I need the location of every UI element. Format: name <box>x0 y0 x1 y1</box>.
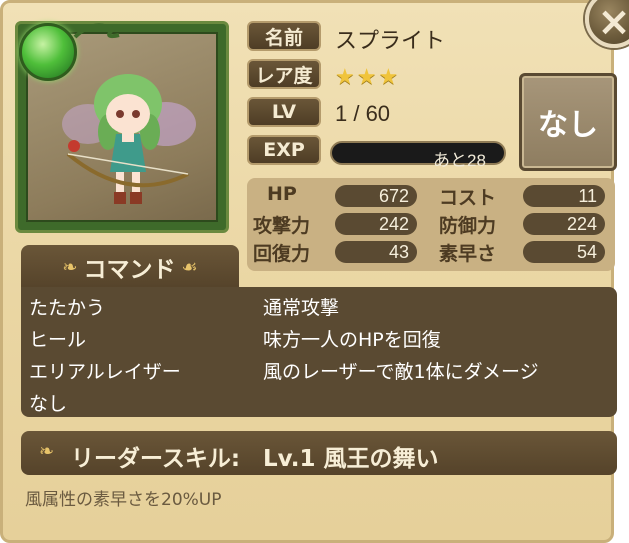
recovery-value: 43 <box>335 241 417 263</box>
exp-label: EXP <box>247 135 321 165</box>
rarity-stars: ★★★ <box>335 65 401 90</box>
defense-value: 224 <box>523 213 605 235</box>
leader-skill-desc: 風属性の素早さを20%UP <box>25 490 222 510</box>
equip-none-button[interactable]: なし <box>519 73 617 171</box>
command-name: エリアルレイザー <box>29 361 181 383</box>
command-desc: 味方一人のHPを回復 <box>263 329 441 351</box>
hp-value: 672 <box>335 185 417 207</box>
command-name: ヒール <box>29 329 87 351</box>
speed-value: 54 <box>523 241 605 263</box>
leader-skill-label: リーダースキル: <box>71 446 241 472</box>
attack-value: 242 <box>335 213 417 235</box>
hp-label: HP <box>267 183 297 205</box>
level-value: 1 / 60 <box>335 101 391 126</box>
attack-label: 攻撃力 <box>253 215 311 237</box>
swirl-ornament-icon: ❧ <box>39 441 55 462</box>
speed-label: 素早さ <box>439 243 497 265</box>
command-header: ❧ コマンド ☙ <box>21 245 239 289</box>
leader-skill-name: Lv.1 風王の舞い <box>263 446 439 472</box>
close-button[interactable]: × <box>585 0 629 48</box>
rarity-label: レア度 <box>247 59 321 89</box>
exp-remaining: あと28 <box>433 151 486 170</box>
command-desc: 通常攻撃 <box>263 297 340 319</box>
close-icon: × <box>597 0 629 45</box>
stats-panel: HP 672 コスト 11 攻撃力 242 防御力 224 回復力 43 素早さ… <box>247 178 615 271</box>
monster-name: スプライト <box>335 28 446 53</box>
cost-label: コスト <box>439 187 497 209</box>
cost-value: 11 <box>523 185 605 207</box>
leader-skill-bar: ❧ リーダースキル: Lv.1 風王の舞い <box>21 431 617 475</box>
defense-label: 防御力 <box>439 215 497 237</box>
recovery-label: 回復力 <box>253 243 311 265</box>
name-label: 名前 <box>247 21 321 51</box>
monster-detail-panel: 名前 スプライト レア度 ★★★ LV 1 / 60 EXP あと28 なし H… <box>0 0 617 543</box>
swirl-ornament-icon: ❧ <box>62 256 78 278</box>
wind-element-orb-icon <box>19 23 77 81</box>
command-list: たたかう 通常攻撃 ヒール 味方一人のHPを回復 エリアルレイザー 風のレーザー… <box>21 287 617 417</box>
swirl-ornament-icon: ☙ <box>181 256 198 278</box>
vine-ornament-icon <box>73 23 120 39</box>
command-header-label: コマンド <box>83 257 176 283</box>
command-desc: 風のレーザーで敵1体にダメージ <box>263 361 539 383</box>
command-name: たたかう <box>29 297 106 319</box>
command-name: なし <box>29 393 68 415</box>
level-label: LV <box>247 97 321 127</box>
